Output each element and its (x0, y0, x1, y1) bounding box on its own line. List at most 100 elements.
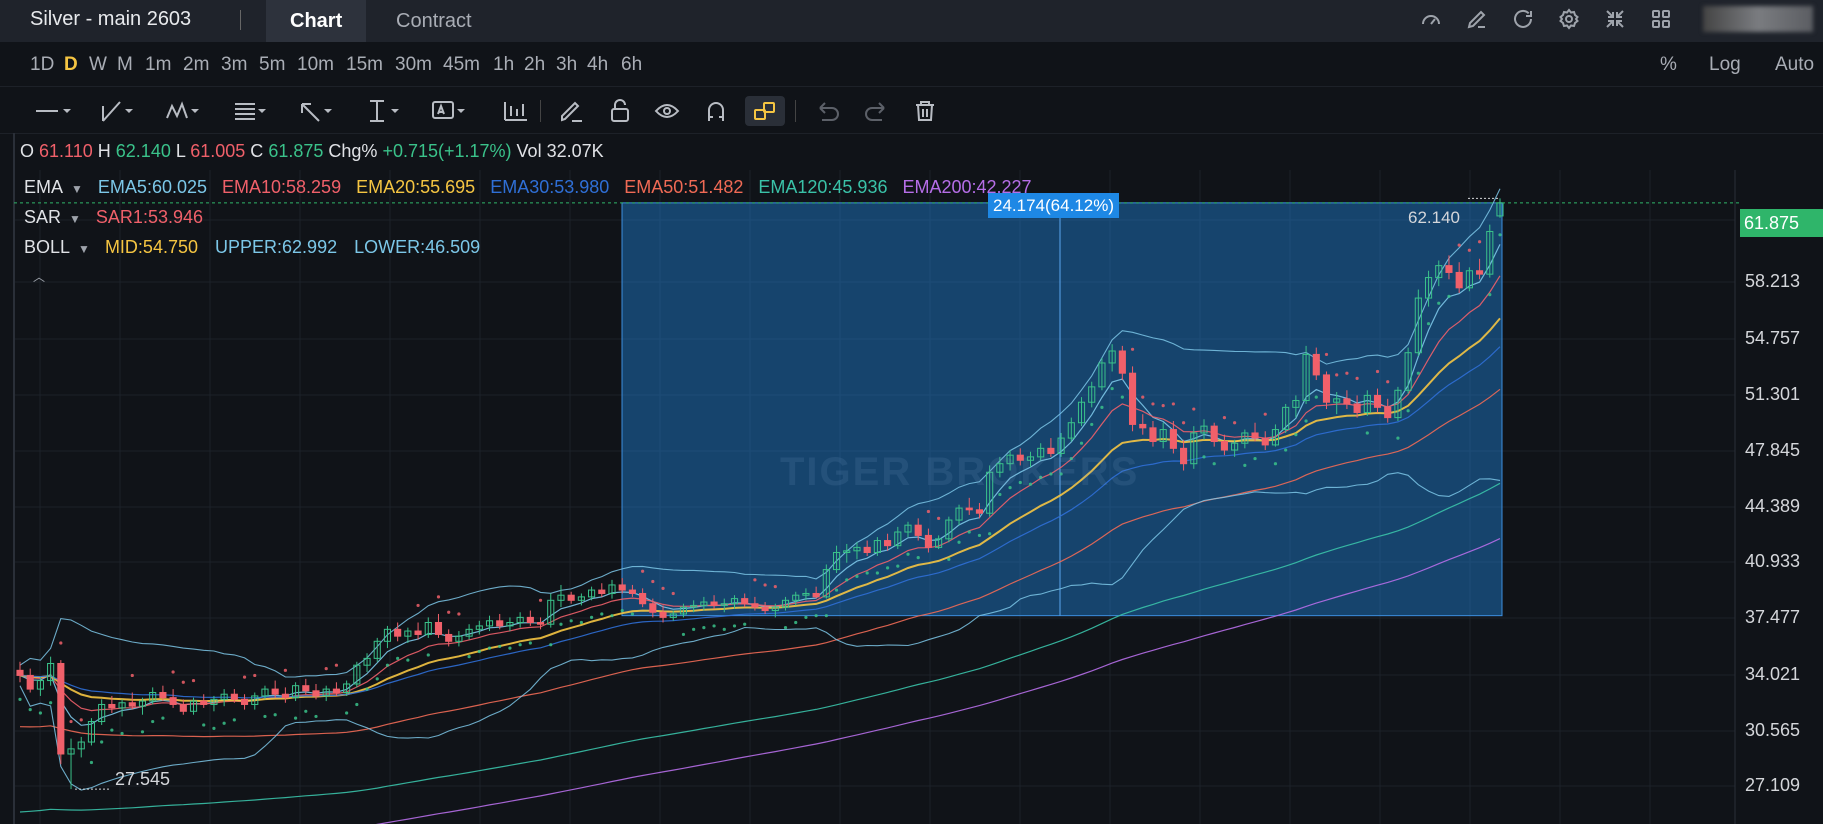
sar-dot (436, 595, 441, 599)
collapse-legend-icon[interactable]: ︿ (33, 268, 45, 285)
sar-legend[interactable]: SAR ▼ SAR1:53.946 (24, 207, 203, 228)
measure-label: 24.174(64.12%) (988, 193, 1119, 218)
sar-dot (1294, 433, 1298, 437)
high-label: H (97, 141, 111, 161)
price-axis-label: 40.933 (1745, 551, 1801, 571)
sar-dot (314, 714, 318, 719)
ema-dropdown-icon[interactable]: ▼ (71, 182, 83, 196)
sar-dot (151, 719, 155, 724)
sar-dot (498, 644, 502, 649)
sar-dot (467, 655, 471, 659)
candle-body (302, 685, 310, 692)
sar-dot (610, 614, 614, 618)
sar-dot (988, 532, 992, 536)
price-axis-label: 54.757 (1745, 328, 1801, 348)
sar-dot (794, 620, 798, 625)
sar-dot (875, 571, 879, 575)
candle-body (1476, 270, 1484, 275)
candle-body (863, 546, 871, 553)
candle-body (1210, 425, 1218, 443)
candle-body (281, 693, 289, 699)
sar-dot (49, 701, 53, 705)
boll-mid: MID:54.750 (104, 237, 198, 257)
candle-body (1149, 427, 1157, 443)
candle-body (628, 589, 636, 594)
candle-body (1251, 432, 1259, 439)
ohlc-info: O 61.110 H 62.140 L 61.005 C 61.875 Chg%… (20, 141, 604, 162)
sar-dot (712, 624, 716, 628)
sar-dot (1110, 386, 1114, 391)
sar-dot (1273, 462, 1278, 466)
sar-dot (671, 591, 675, 596)
sar-dot (834, 588, 839, 592)
candle-body (312, 690, 320, 697)
low-label: L (175, 141, 186, 161)
candle-body (761, 606, 769, 612)
price-axis-label: 58.213 (1745, 271, 1801, 291)
sar-dot (600, 612, 604, 616)
low-marker-label: 27.545 (115, 769, 171, 789)
sar-dot (324, 667, 328, 671)
sar-dot (120, 731, 124, 736)
sar-dot (1396, 436, 1400, 440)
sar-dot (426, 653, 430, 657)
candle-body (1169, 429, 1177, 449)
price-chart[interactable] (0, 0, 1823, 824)
ema-legend[interactable]: EMA ▼ EMA5:60.025 EMA10:58.259 EMA20:55.695… (24, 177, 1047, 198)
price-axis-label: 47.845 (1745, 440, 1801, 460)
sar-dot (977, 533, 982, 538)
sar-dot (692, 627, 696, 631)
sar-dot (1079, 441, 1084, 445)
sar-dot (222, 721, 226, 725)
sar-dot (906, 552, 910, 556)
sar-dot (732, 624, 737, 628)
sar-dot (477, 649, 481, 654)
candle-body (1343, 398, 1351, 405)
sar-dot (273, 713, 277, 717)
sar-dot (1284, 448, 1288, 452)
sar-dot (1386, 380, 1390, 384)
sar-dot (1406, 409, 1410, 413)
candle-body (434, 622, 443, 635)
candle-body (179, 703, 187, 712)
price-axis-label: 30.565 (1745, 720, 1801, 740)
sar-dot (722, 627, 726, 631)
candle-body (639, 592, 647, 605)
candle-body (1180, 447, 1188, 465)
sar-dot (487, 646, 492, 650)
sar-dot (855, 574, 859, 579)
sar-dot (1151, 402, 1155, 406)
boll-legend[interactable]: BOLL ▼ MID:54.750 UPPER:62.992 LOWER:46.5… (24, 237, 480, 258)
candle-body (965, 507, 973, 511)
sar-dot (191, 678, 196, 683)
boll-name: BOLL (24, 237, 71, 257)
sar-dot (518, 643, 522, 647)
sar-dot (283, 668, 287, 672)
sar-dropdown-icon[interactable]: ▼ (69, 212, 81, 226)
sar-dot (18, 697, 22, 701)
sar-dot (1437, 301, 1441, 305)
sar-dot (202, 723, 206, 727)
sar-dot (702, 626, 706, 630)
broker-watermark: TIGER BROKERS (780, 450, 1140, 494)
candle-body (526, 616, 534, 624)
volume-label: Vol (516, 141, 542, 161)
boll-dropdown-icon[interactable]: ▼ (78, 242, 90, 256)
sar-dot (110, 728, 114, 732)
sar-dot (559, 622, 563, 626)
candle-body (200, 700, 208, 705)
price-axis-label: 51.301 (1745, 384, 1801, 404)
sar-dot (1161, 404, 1165, 408)
candle-body (271, 688, 279, 695)
sar-dot (304, 709, 308, 713)
sar-dot (865, 571, 869, 575)
sar-dot (937, 516, 941, 520)
candle-body (57, 662, 65, 755)
sar-dot (549, 643, 553, 647)
sar-dot (783, 626, 788, 630)
sar-dot (1181, 421, 1186, 425)
sar-dot (263, 714, 267, 719)
sar-dot (1253, 456, 1257, 461)
sar-dot (1426, 322, 1431, 326)
candle-body (16, 669, 24, 676)
